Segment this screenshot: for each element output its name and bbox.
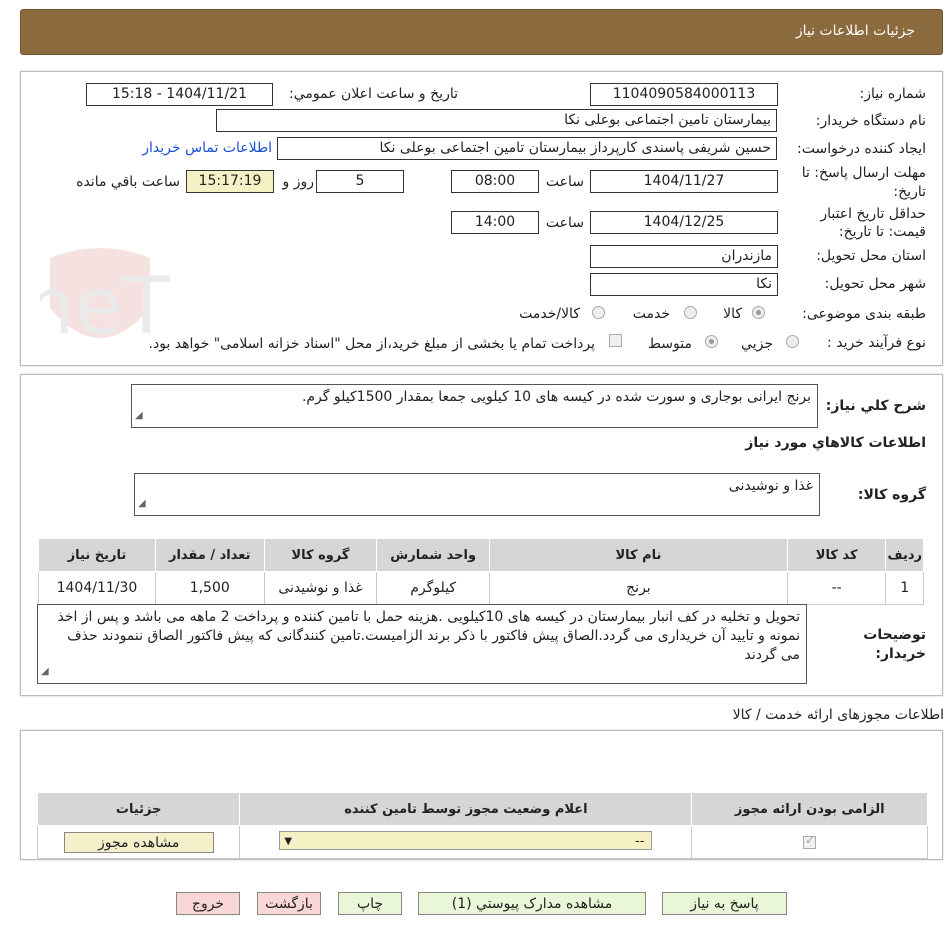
table-row: ✓ ▼ -- مشاهده مجوز bbox=[36, 825, 928, 859]
category-goods-service-radio[interactable] bbox=[592, 306, 605, 319]
cell-permit-details: مشاهده مجوز bbox=[36, 825, 241, 859]
buyer-field: بیمارستان تامین اجتماعی بوعلی نکا bbox=[216, 109, 777, 132]
goods-group-text: غذا و نوشیدنی bbox=[728, 478, 813, 494]
province-field: مازندران bbox=[590, 245, 778, 268]
col-permit-required: الزامی بودن ارائه مجوز bbox=[691, 792, 928, 826]
attachments-button[interactable]: مشاهده مدارک پیوستي (1) bbox=[418, 892, 646, 915]
validity-time-label: ساعت bbox=[545, 215, 584, 231]
goods-info-title: اطلاعات کالاهاي مورد نياز bbox=[745, 435, 926, 451]
goods-group-textarea[interactable]: غذا و نوشیدنی ◢ bbox=[134, 473, 820, 516]
col-row: ردیف bbox=[885, 538, 924, 572]
need-number-label: شماره نیاز: bbox=[859, 86, 927, 102]
validity-time-field: 14:00 bbox=[451, 211, 539, 234]
permit-status-select[interactable]: ▼ -- bbox=[279, 830, 653, 850]
validity-label: حداقل تاریخ اعتبار bbox=[820, 206, 926, 222]
buyer-label: نام دستگاه خریدار: bbox=[815, 113, 926, 129]
goods-group-label: گروه کالا: bbox=[857, 487, 926, 503]
category-goods-radio[interactable] bbox=[752, 306, 765, 319]
col-unit: واحد شمارش bbox=[376, 538, 491, 572]
col-name: نام کالا bbox=[489, 538, 788, 572]
need-number-field: 1104090584000113 bbox=[590, 83, 778, 106]
buyer-contact-link[interactable]: اطلاعات تماس خریدار bbox=[142, 140, 272, 156]
reply-button[interactable]: پاسخ به نیاز bbox=[662, 892, 787, 915]
resize-grip-icon[interactable]: ◢ bbox=[41, 662, 49, 681]
deadline-time-label: ساعت bbox=[545, 174, 584, 190]
remaining-time-field: 15:17:19 bbox=[186, 170, 274, 193]
cell-group: غذا و نوشیدنی bbox=[263, 571, 378, 605]
cell-name: برنج bbox=[489, 571, 788, 605]
print-button[interactable]: چاپ bbox=[338, 892, 402, 915]
announce-label: تاریخ و ساعت اعلان عمومي: bbox=[289, 86, 458, 102]
creator-label: ایجاد کننده درخواست: bbox=[797, 141, 926, 157]
buyer-notes-textarea[interactable]: تحویل و تخلیه در کف انبار بیمارستان در ک… bbox=[37, 604, 807, 684]
buyer-notes-label: توضیحات bbox=[863, 627, 926, 643]
city-field: نکا bbox=[590, 273, 778, 296]
remaining-time-label: ساعت باقي مانده bbox=[76, 174, 180, 190]
city-label: شهر محل تحویل: bbox=[824, 276, 926, 292]
permits-title: اطلاعات مجوزهای ارائه خدمت / کالا bbox=[732, 707, 944, 723]
days-remaining-field: 5 bbox=[316, 170, 404, 193]
cell-quantity: 1,500 bbox=[154, 571, 265, 605]
col-code: کد کالا bbox=[786, 538, 887, 572]
col-date: تاریخ نیاز bbox=[38, 538, 156, 572]
process-minor-label: جزیي bbox=[741, 336, 773, 352]
creator-field: حسین شریفی پاسندی کارپرداز بیمارستان تام… bbox=[277, 137, 777, 160]
process-medium-radio[interactable] bbox=[705, 335, 718, 348]
back-button[interactable]: بازگشت bbox=[257, 892, 321, 915]
deadline-label: مهلت ارسال پاسخ: تا bbox=[801, 165, 926, 181]
resize-grip-icon[interactable]: ◢ bbox=[135, 406, 143, 425]
cell-permit-status: ▼ -- bbox=[239, 825, 693, 859]
cell-code: -- bbox=[786, 571, 887, 605]
exit-button[interactable]: خروج bbox=[176, 892, 240, 915]
permits-table: الزامی بودن ارائه مجوز اعلام وضعیت مجوز … bbox=[36, 792, 928, 859]
process-minor-radio[interactable] bbox=[786, 335, 799, 348]
category-service-label: خدمت bbox=[632, 306, 670, 322]
permit-status-value: -- bbox=[635, 833, 645, 849]
check-icon: ✓ bbox=[805, 833, 815, 847]
cell-row: 1 bbox=[885, 571, 924, 605]
cell-date: 1404/11/30 bbox=[38, 571, 156, 605]
permits-table-header: الزامی بودن ارائه مجوز اعلام وضعیت مجوز … bbox=[36, 792, 928, 826]
announce-field: 1404/11/21 - 15:18 bbox=[86, 83, 273, 106]
process-label: نوع فرآیند خرید : bbox=[827, 335, 926, 351]
days-label: روز و bbox=[282, 174, 315, 190]
cell-unit: کیلوگرم bbox=[376, 571, 491, 605]
process-medium-label: متوسط bbox=[648, 336, 692, 352]
col-permit-status: اعلام وضعیت مجوز توسط تامین کننده bbox=[239, 792, 693, 826]
goods-table: ردیف کد کالا نام کالا واحد شمارش گروه کا… bbox=[38, 538, 924, 605]
payment-treasury-checkbox[interactable] bbox=[609, 334, 622, 347]
category-service-radio[interactable] bbox=[684, 306, 697, 319]
deadline-time-field: 08:00 bbox=[451, 170, 539, 193]
page-title: جزئیات اطلاعات نیاز bbox=[795, 23, 915, 39]
view-permit-button[interactable]: مشاهده مجوز bbox=[63, 831, 214, 853]
col-group: گروه کالا bbox=[263, 538, 378, 572]
goods-table-header: ردیف کد کالا نام کالا واحد شمارش گروه کا… bbox=[38, 538, 924, 572]
buyer-notes-text: تحویل و تخلیه در کف انبار بیمارستان در ک… bbox=[57, 609, 800, 663]
resize-grip-icon[interactable]: ◢ bbox=[138, 494, 146, 513]
cell-permit-required: ✓ bbox=[691, 825, 928, 859]
summary-textarea[interactable]: برنج ایرانی بوجاری و سورت شده در کیسه ها… bbox=[131, 384, 818, 428]
payment-note: پرداخت تمام یا بخشی از مبلغ خرید،از محل … bbox=[148, 336, 595, 352]
category-goods-service-label: کالا/خدمت bbox=[519, 306, 580, 322]
deadline-date-field: 1404/11/27 bbox=[590, 170, 778, 193]
deadline-label-2: تاریخ: bbox=[893, 184, 926, 200]
validity-date-field: 1404/12/25 bbox=[590, 211, 778, 234]
summary-label: شرح كلي نياز: bbox=[825, 398, 926, 414]
col-quantity: تعداد / مقدار bbox=[154, 538, 265, 572]
page-header: جزئیات اطلاعات نیاز bbox=[20, 9, 943, 55]
category-label: طبقه بندی موضوعی: bbox=[802, 306, 926, 322]
chevron-down-icon: ▼ bbox=[284, 835, 293, 847]
summary-text: برنج ایرانی بوجاری و سورت شده در کیسه ها… bbox=[301, 389, 811, 405]
province-label: استان محل تحویل: bbox=[816, 248, 926, 264]
col-permit-details: جزئیات bbox=[36, 792, 241, 826]
table-row: 1 -- برنج کیلوگرم غذا و نوشیدنی 1,500 14… bbox=[38, 571, 924, 605]
category-goods-label: کالا bbox=[723, 306, 742, 322]
permit-required-checkbox: ✓ bbox=[803, 833, 817, 849]
buyer-notes-label-2: خریدار: bbox=[875, 646, 926, 662]
validity-label-2: قیمت: تا تاریخ: bbox=[838, 224, 926, 240]
